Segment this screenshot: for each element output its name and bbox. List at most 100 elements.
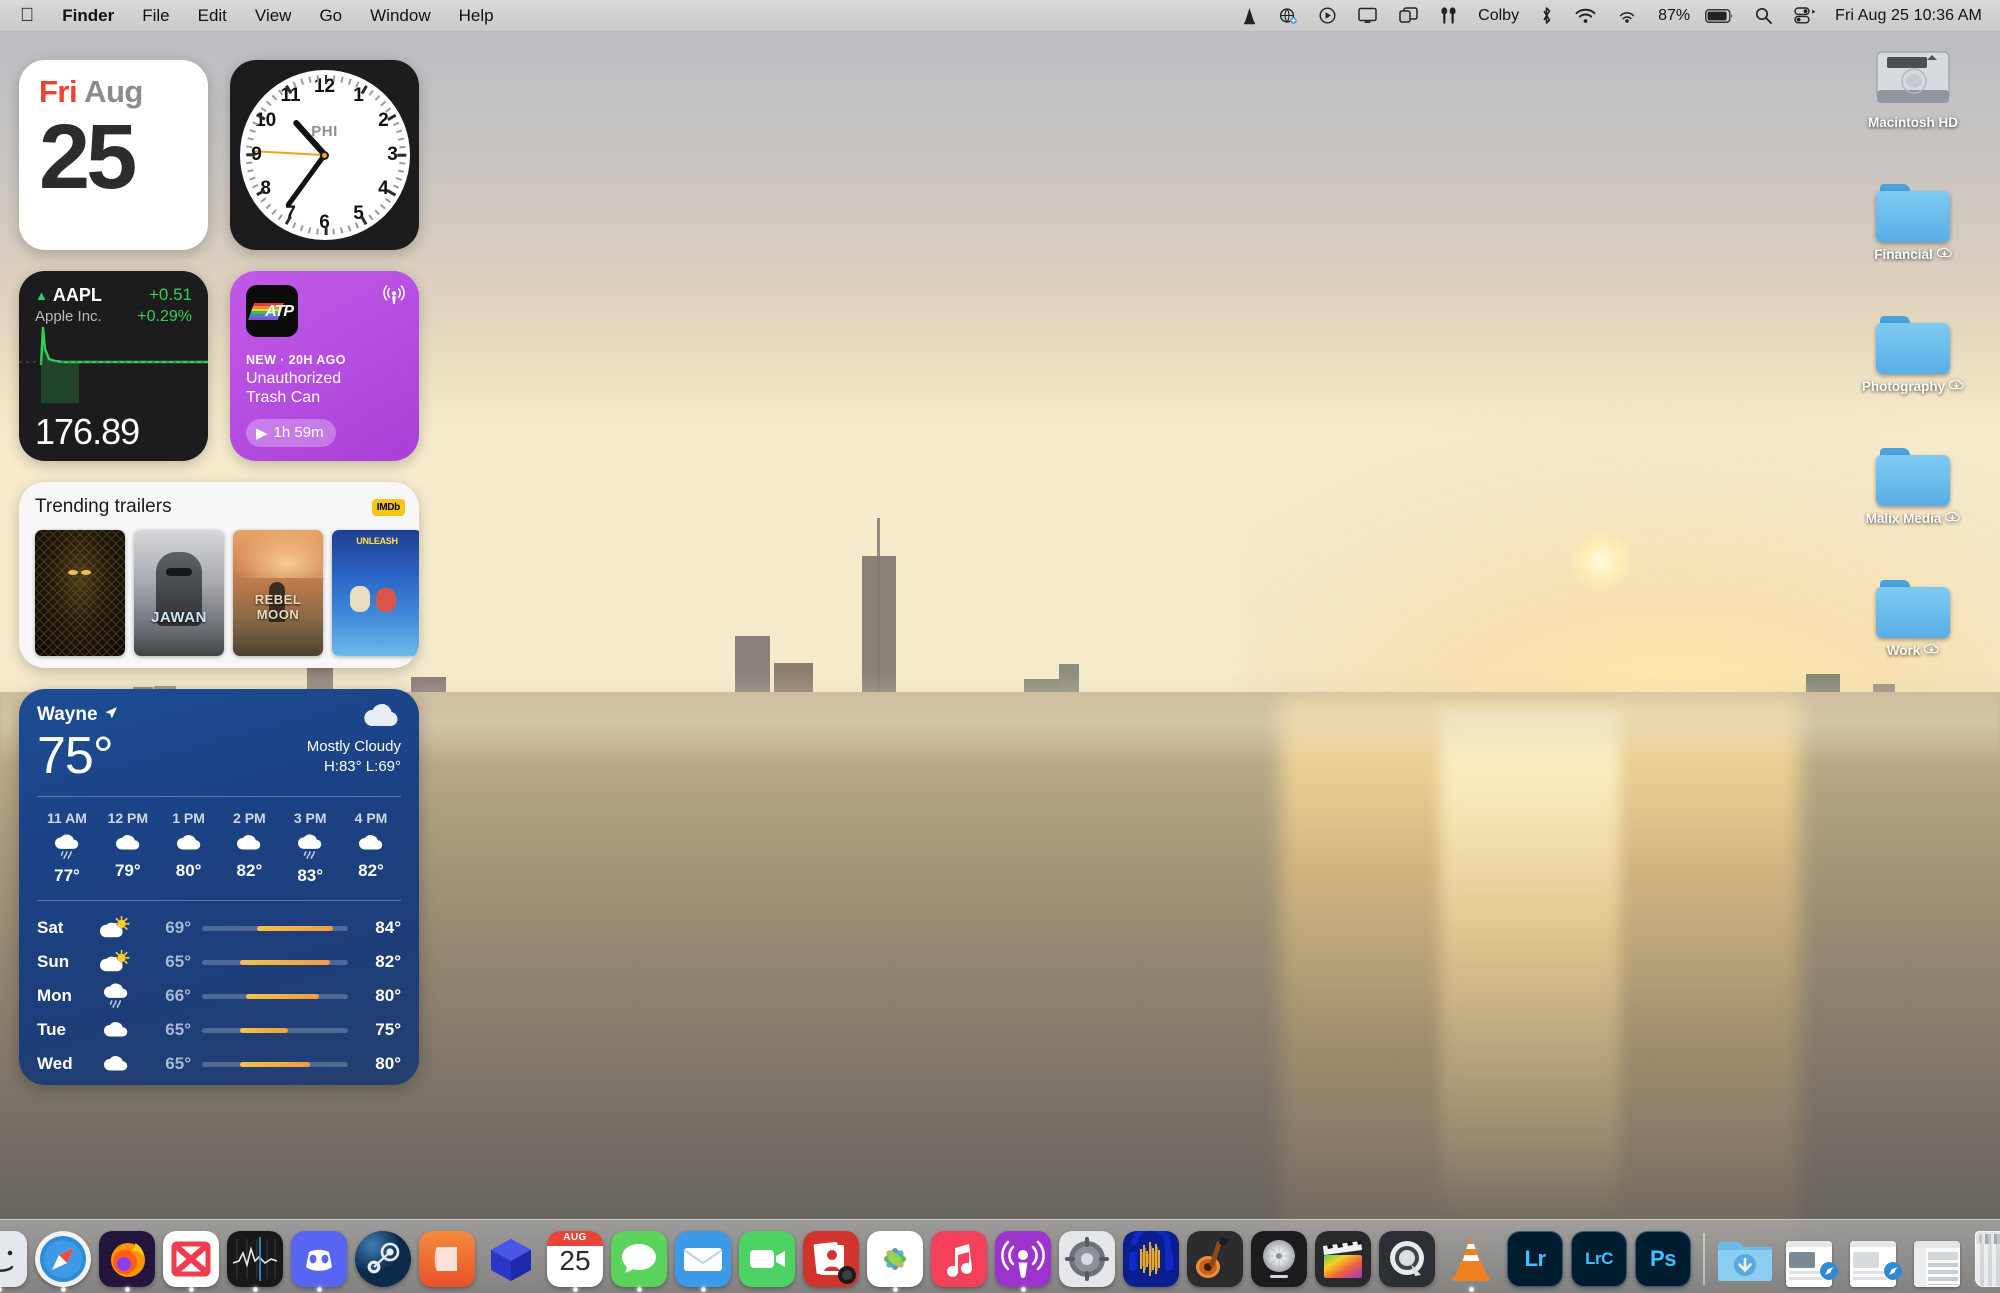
dock-item-calendar[interactable]: AUG 25 <box>544 1225 606 1287</box>
menu-item-help[interactable]: Help <box>445 5 508 27</box>
desktop-icon-macintosh-hd[interactable]: Macintosh HD <box>1848 42 1978 132</box>
dock-item-mail[interactable] <box>672 1225 734 1287</box>
dock-item-photoshop[interactable]: Ps <box>1632 1225 1694 1287</box>
calendar-dock-day: 25 <box>559 1247 590 1275</box>
clock-tick <box>246 146 252 148</box>
dock-item-downloads[interactable] <box>1714 1225 1776 1287</box>
activity-monitor-icon <box>227 1231 283 1287</box>
garageband-icon <box>1187 1231 1243 1287</box>
clock-tick <box>374 209 379 215</box>
clock-numeral-8: 8 <box>260 178 271 200</box>
desktop-icon-work[interactable]: Work <box>1848 570 1978 660</box>
desktop-icon-photography[interactable]: Photography <box>1848 306 1978 396</box>
dock-item-news[interactable] <box>160 1225 222 1287</box>
weather-widget[interactable]: Wayne 75° Mostly Cloudy H:83° L:69° 11 A… <box>19 689 419 1085</box>
downloads-folder-icon <box>1717 1231 1773 1287</box>
dock-item-notes[interactable] <box>416 1225 478 1287</box>
weather-hour-column: 11 AM77° <box>39 810 95 886</box>
bluetooth-icon[interactable] <box>1529 0 1564 31</box>
cloud-icon <box>359 833 383 855</box>
dock-item-garageband[interactable] <box>1184 1225 1246 1287</box>
dock-item-firefox[interactable] <box>96 1225 158 1287</box>
control-center-icon[interactable] <box>1783 0 1827 31</box>
clock-tick <box>332 75 334 81</box>
vlc-cone-icon[interactable] <box>1231 0 1268 31</box>
dock[interactable]: AUG 25 LrLrCPs <box>0 1219 2000 1293</box>
dock-item-trash[interactable] <box>1970 1225 2000 1287</box>
dock-item-lightroom[interactable]: Lr <box>1504 1225 1566 1287</box>
dock-item-finder[interactable] <box>0 1225 30 1287</box>
dock-item-music[interactable] <box>928 1225 990 1287</box>
menu-bar-user-name[interactable]: Colby <box>1468 7 1529 25</box>
clock-tick <box>278 214 283 220</box>
search-icon[interactable] <box>1744 0 1783 31</box>
weather-hour-temp: 79° <box>100 861 156 881</box>
clock-widget[interactable]: PHI 121234567891011 <box>230 60 419 250</box>
wallpaper-sun-reflection <box>1440 711 1620 1228</box>
menu-bar-clock[interactable]: Fri Aug 25 10:36 AM <box>1827 7 1986 25</box>
dock-item-logic-pro[interactable] <box>1248 1225 1310 1287</box>
dock-item-facetime[interactable] <box>736 1225 798 1287</box>
calendar-month: Aug <box>84 74 143 109</box>
wifi-icon[interactable] <box>1564 0 1607 31</box>
menu-item-finder[interactable]: Finder <box>48 5 128 27</box>
globe-shield-icon[interactable] <box>1268 0 1308 31</box>
trailer-poster-rebel-moon[interactable]: REBEL MOON <box>233 530 323 656</box>
weather-day-row: Tue65°75° <box>37 1013 401 1047</box>
menu-bar[interactable]:  Finder File Edit View Go Window Help C… <box>0 0 2000 31</box>
dock-item-quicktime-player[interactable] <box>1376 1225 1438 1287</box>
menu-item-edit[interactable]: Edit <box>184 5 241 27</box>
clock-numeral-2: 2 <box>378 110 389 132</box>
dock-minimized-window-3[interactable] <box>1906 1225 1968 1287</box>
clock-tick <box>368 214 373 220</box>
calendar-dock-month: AUG <box>563 1232 586 1243</box>
desktop-icon-financial[interactable]: Financial <box>1848 174 1978 264</box>
stocks-widget[interactable]: ▲ AAPL +0.51 Apple Inc. +0.29% 176.89 <box>19 271 208 461</box>
trailer-poster-jawan[interactable]: JAWAN <box>134 530 224 656</box>
calendar-widget[interactable]: Fri Aug 25 <box>19 60 208 250</box>
dock-item-activity-monitor[interactable] <box>224 1225 286 1287</box>
play-circle-icon[interactable] <box>1308 0 1347 31</box>
menu-item-go[interactable]: Go <box>305 5 356 27</box>
display-icon[interactable] <box>1347 0 1388 31</box>
dock-item-vlc[interactable] <box>1440 1225 1502 1287</box>
hard-drive-icon <box>1874 48 1952 110</box>
weather-condition-icon <box>361 703 401 734</box>
dock-item-discord[interactable] <box>288 1225 350 1287</box>
menu-item-window[interactable]: Window <box>356 5 444 27</box>
sun-cloud-icon <box>89 916 143 940</box>
airplay-icon[interactable] <box>1607 0 1647 31</box>
dock-item-audacity[interactable] <box>1120 1225 1182 1287</box>
apple-logo-icon[interactable]:  <box>0 7 48 25</box>
dock-item-safari[interactable] <box>32 1225 94 1287</box>
battery-percent-label[interactable]: 87% <box>1647 0 1701 31</box>
dock-item-final-cut-pro[interactable] <box>1312 1225 1374 1287</box>
menu-item-view[interactable]: View <box>241 5 306 27</box>
dock-item-photo-booth[interactable] <box>800 1225 862 1287</box>
dock-item-lightroom-classic[interactable]: LrC <box>1568 1225 1630 1287</box>
dock-item-photos[interactable] <box>864 1225 926 1287</box>
menu-item-file[interactable]: File <box>128 5 183 27</box>
dock-minimized-window-2[interactable] <box>1842 1225 1904 1287</box>
trending-trailers-widget[interactable]: Trending trailers IMDb JAWAN <box>19 482 419 668</box>
firefox-icon <box>99 1231 155 1287</box>
dock-minimized-window-1[interactable] <box>1778 1225 1840 1287</box>
clock-tick <box>393 122 399 126</box>
app-running-indicator <box>573 1287 578 1292</box>
dock-item-podcasts[interactable] <box>992 1225 1054 1287</box>
dock-item-messages[interactable] <box>608 1225 670 1287</box>
clock-tick <box>398 138 404 141</box>
dock-item-steam[interactable] <box>352 1225 414 1287</box>
trailer-poster-paw-patrol[interactable]: UNLEASH <box>332 530 419 656</box>
dock-item-system-settings[interactable] <box>1056 1225 1118 1287</box>
screen-mirroring-icon[interactable] <box>1388 0 1429 31</box>
airpods-icon[interactable] <box>1429 0 1468 31</box>
battery-icon[interactable] <box>1701 0 1744 31</box>
podcast-play-button[interactable]: ▶ 1h 59m <box>246 419 336 447</box>
sun-cloud-icon <box>89 950 143 974</box>
podcast-widget[interactable]: ATP NEW · 20H AGO Unauthorized Trash Can… <box>230 271 419 461</box>
trailer-poster-nun[interactable] <box>35 530 125 656</box>
desktop-icon-malix-media[interactable]: Malix Media <box>1848 438 1978 528</box>
dock-item-blender[interactable] <box>480 1225 542 1287</box>
app-running-indicator <box>125 1287 130 1292</box>
